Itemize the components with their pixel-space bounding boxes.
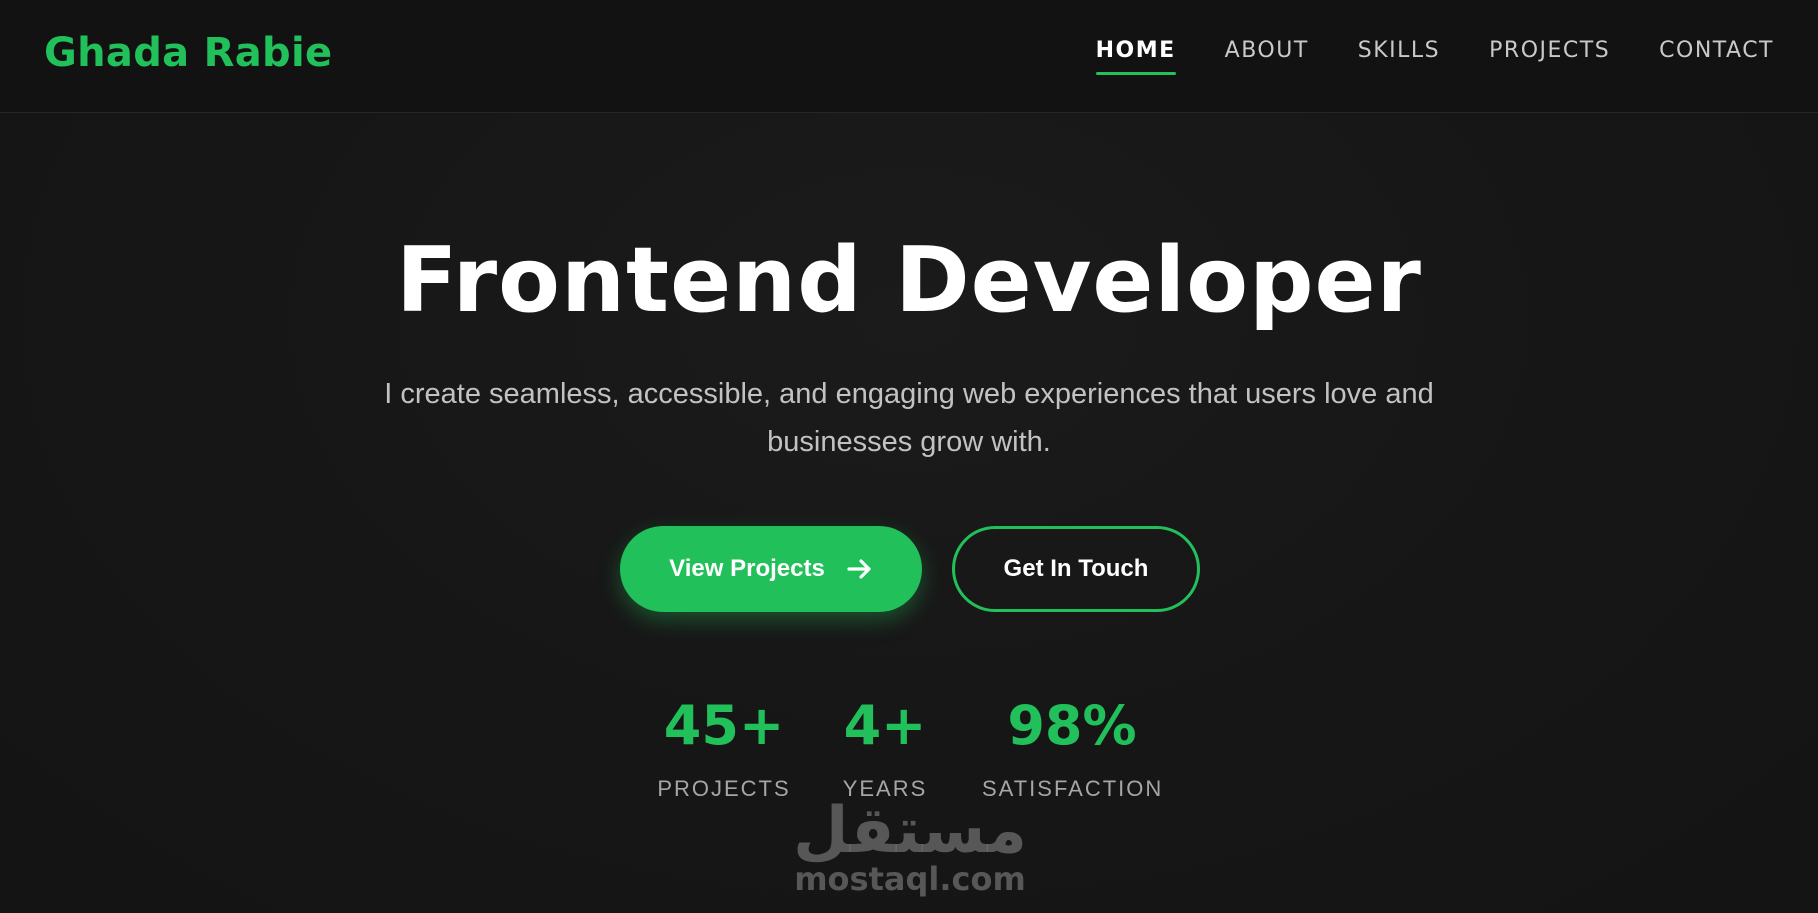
watermark-latin: mostaql.com: [794, 860, 1026, 898]
view-projects-button[interactable]: View Projects: [620, 526, 922, 612]
nav-item-home[interactable]: HOME: [1095, 38, 1176, 75]
stat-years: 4+ YEARS: [830, 694, 940, 802]
view-projects-label: View Projects: [669, 555, 825, 582]
watermark: مستقل mostaql.com: [790, 794, 1030, 898]
hero-title: Frontend Developer: [396, 228, 1422, 333]
stat-value: 45+: [663, 694, 785, 757]
stat-value: 98%: [1007, 694, 1137, 757]
nav-item-skills[interactable]: SKILLS: [1358, 38, 1440, 75]
site-logo[interactable]: Ghada Rabie: [44, 30, 332, 76]
get-in-touch-button[interactable]: Get In Touch: [952, 526, 1200, 612]
site-header: Ghada Rabie HOME ABOUT SKILLS PROJECTS C…: [0, 0, 1818, 113]
main-nav: HOME ABOUT SKILLS PROJECTS CONTACT: [1095, 38, 1774, 75]
nav-item-about[interactable]: ABOUT: [1225, 38, 1309, 75]
stat-satisfaction: 98% SATISFACTION: [982, 694, 1162, 802]
nav-item-projects[interactable]: PROJECTS: [1489, 38, 1610, 75]
stat-value: 4+: [843, 694, 927, 757]
stat-label: PROJECTS: [657, 776, 791, 801]
watermark-arabic: مستقل: [792, 794, 1028, 868]
page: Ghada Rabie HOME ABOUT SKILLS PROJECTS C…: [0, 0, 1818, 913]
arrow-right-icon: [847, 559, 871, 579]
hero-subtitle: I create seamless, accessible, and engag…: [384, 378, 1434, 458]
stat-projects: 45+ PROJECTS: [654, 694, 794, 802]
nav-item-contact[interactable]: CONTACT: [1659, 38, 1774, 75]
